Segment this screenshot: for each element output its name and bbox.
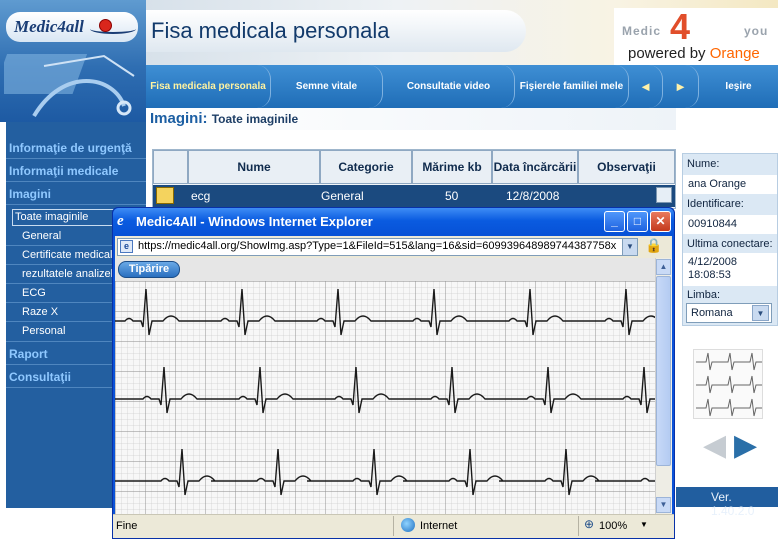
sidebar-item-urgenta[interactable]: Informaţie de urgenţă — [9, 141, 132, 155]
ie-window-title: Medic4All - Windows Internet Explorer — [136, 214, 373, 229]
zoom-icon: ⊕ — [584, 517, 595, 531]
sidebar-item-toate-imaginile[interactable]: Toate imaginile — [12, 209, 116, 226]
table-header-marime[interactable]: Mărime kb — [412, 150, 492, 184]
nav-prev-button[interactable]: ◄ — [629, 65, 663, 108]
sidebar-divider — [6, 204, 146, 205]
address-url[interactable]: https://medic4all.org/ShowImg.asp?Type=1… — [138, 240, 618, 252]
table-header-data[interactable]: Data încărcării — [492, 150, 578, 184]
brand-you-text: you — [744, 24, 769, 38]
sidebar-item-informatii-medicale[interactable]: Informaţii medicale — [9, 164, 118, 178]
exit-button[interactable]: Ieşire — [699, 65, 778, 108]
table-header-nume[interactable]: Nume — [188, 150, 320, 184]
table-header-categorie[interactable]: Categorie — [320, 150, 412, 184]
tab-semne-vitale[interactable]: Semne vitale — [271, 65, 383, 108]
brand-orange-text: Orange — [709, 45, 760, 62]
sidebar-item-raport[interactable]: Raport — [9, 347, 48, 361]
language-label: Limba: — [687, 289, 721, 301]
row-name[interactable]: ecg — [191, 189, 210, 203]
table-header-icon — [153, 150, 188, 184]
last-login-label: Ultima conectare: — [687, 238, 773, 250]
scroll-up-button[interactable]: ▲ — [656, 259, 671, 275]
row-category: General — [321, 189, 364, 203]
internet-zone-icon — [401, 518, 415, 532]
page-title: Fisa medicala personala — [151, 18, 390, 43]
sidebar-item-certificate[interactable]: Certificate medical — [22, 249, 112, 261]
id-value: 00910844 — [683, 215, 777, 234]
sidebar-item-personal[interactable]: Personal — [22, 325, 65, 337]
table-scroll-up-button[interactable] — [656, 187, 672, 203]
nav-next-button[interactable]: ► — [663, 65, 699, 108]
arrow-right-icon: ► — [674, 79, 687, 94]
security-zone-label[interactable]: Internet — [420, 520, 457, 532]
brand-powered-by: powered by Orange — [628, 45, 760, 62]
sidebar-item-rezultatele[interactable]: rezultatele analizel — [22, 268, 113, 280]
logo-swoosh — [90, 24, 136, 34]
table-header-observatii[interactable]: Observaţii — [578, 150, 675, 184]
last-login-date: 4/12/2008 — [688, 256, 737, 268]
zoom-level[interactable]: 100% — [599, 520, 627, 532]
arrow-left-icon: ◄ — [639, 79, 652, 94]
sidebar-item-raze-x[interactable]: Raze X — [22, 306, 58, 318]
powered-by-text: powered by — [628, 45, 706, 62]
sidebar-item-consultatii[interactable]: Consultaţii — [9, 370, 71, 384]
tab-fisierele-familiei[interactable]: Fişierele familiei mele — [515, 65, 629, 108]
ecg-thumbnail[interactable] — [693, 349, 763, 419]
zoom-dropdown-icon[interactable]: ▼ — [640, 520, 648, 529]
chevron-down-icon[interactable]: ▼ — [752, 305, 769, 321]
brand-four-text: 4 — [670, 6, 691, 47]
print-button[interactable]: Tipărire — [118, 261, 180, 278]
name-label: Nume: — [687, 158, 720, 170]
scroll-thumb[interactable] — [656, 276, 671, 466]
sidebar-item-ecg[interactable]: ECG — [22, 287, 46, 299]
row-size: 50 — [445, 189, 459, 203]
status-divider — [578, 516, 579, 536]
table-row[interactable] — [153, 185, 675, 207]
address-dropdown-button[interactable]: ▼ — [622, 239, 637, 255]
scroll-down-button[interactable]: ▼ — [656, 497, 671, 513]
tab-fisa-medicala[interactable]: Fisa medicala personala — [146, 65, 271, 108]
desk-illustration — [4, 54, 135, 118]
minimize-button[interactable]: _ — [604, 211, 625, 232]
logo-text[interactable]: Medic4all — [14, 17, 84, 37]
ecg-image — [115, 281, 655, 514]
section-subtitle: Toate imaginile — [211, 112, 299, 126]
sidebar-item-imagini[interactable]: Imagini — [9, 187, 51, 201]
sidebar-divider — [6, 158, 146, 159]
close-button[interactable]: ✕ — [650, 211, 671, 232]
id-label: Identificare: — [687, 198, 744, 210]
logo-dot-icon — [99, 19, 112, 32]
image-file-icon[interactable] — [156, 187, 174, 204]
sidebar-divider — [6, 181, 146, 182]
row-date: 12/8/2008 — [506, 189, 560, 203]
section-title: Imagini: Toate imaginile — [150, 110, 298, 127]
status-divider — [393, 516, 394, 536]
lock-icon[interactable]: 🔒 — [645, 237, 662, 254]
last-login-value: 4/12/2008 18:08:53 — [683, 253, 777, 286]
next-image-arrow-icon[interactable]: ▶ — [734, 428, 757, 463]
maximize-button[interactable]: □ — [627, 211, 648, 232]
tab-consultatie-video[interactable]: Consultatie video — [383, 65, 515, 108]
sidebar-item-general[interactable]: General — [22, 230, 61, 242]
version-text: Ver. 1.40.2.0 — [711, 490, 755, 518]
previous-image-arrow-icon[interactable]: ◀ — [703, 428, 726, 463]
name-value: ana Orange — [683, 175, 777, 194]
ie-icon: e — [117, 213, 124, 229]
brand-medic-text: Medic — [622, 24, 662, 38]
status-text: Fine — [116, 520, 138, 532]
last-login-time: 18:08:53 — [688, 269, 731, 281]
page-favicon-icon: e — [120, 240, 133, 253]
section-title-text: Imagini: — [150, 110, 208, 127]
